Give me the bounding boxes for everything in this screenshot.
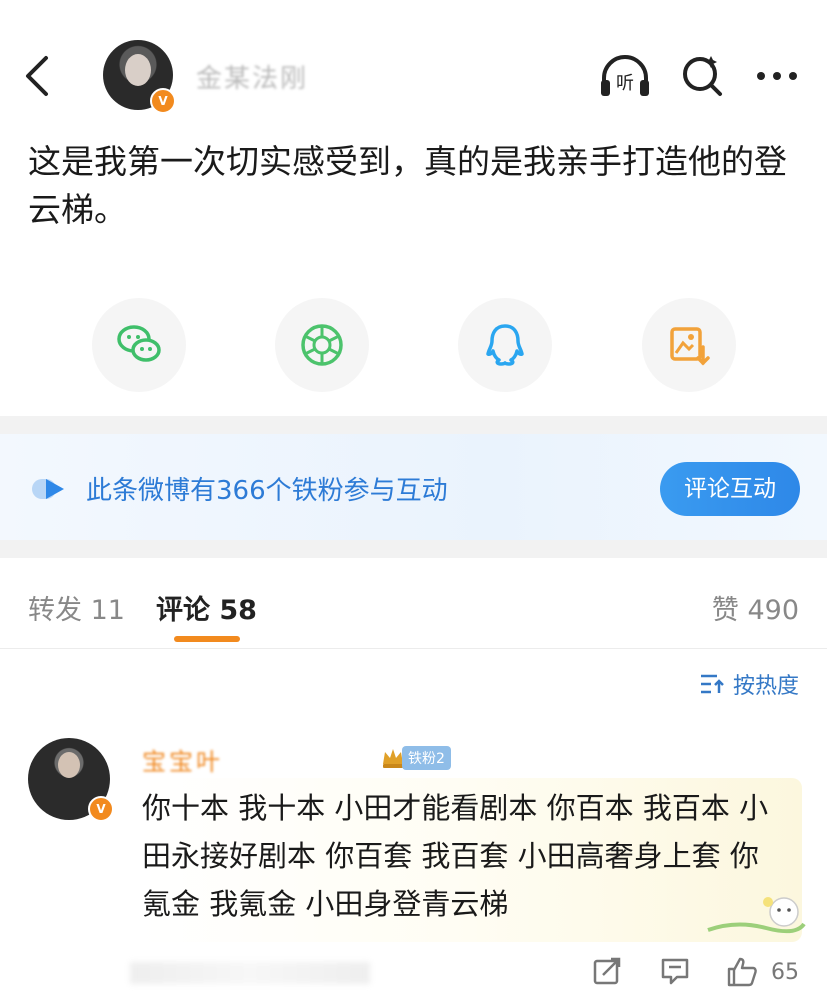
- sort-button[interactable]: 按热度: [699, 668, 799, 700]
- listen-label: 听: [616, 73, 634, 94]
- search-icon: [683, 56, 722, 96]
- fan-level-label: 铁粉2: [402, 746, 451, 770]
- share-wechat-button[interactable]: [92, 298, 186, 392]
- toggle-indicator-icon: [32, 479, 64, 499]
- moments-icon: [301, 324, 343, 366]
- chevron-left-icon: [26, 56, 48, 96]
- more-button[interactable]: [752, 52, 806, 100]
- share-moments-button[interactable]: [275, 298, 369, 392]
- like-comment-button[interactable]: [726, 956, 758, 992]
- comment-interaction-button[interactable]: 评论互动: [660, 462, 800, 516]
- save-image-button[interactable]: [642, 298, 736, 392]
- active-tab-indicator: [174, 636, 240, 642]
- post-text: 这是我第一次切实感受到，真的是我亲手打造他的登云梯。: [28, 142, 787, 229]
- verified-badge: V: [150, 88, 176, 114]
- repost-comment-button[interactable]: [592, 956, 622, 992]
- tab-likes[interactable]: 赞 490: [712, 588, 799, 627]
- section-divider: [0, 416, 827, 434]
- section-divider: [0, 540, 827, 558]
- comment-text: 你十本 我十本 小田才能看剧本 你百本 我百本 小田永接好剧本 你百套 我百套 …: [142, 791, 769, 921]
- wechat-icon: [117, 325, 161, 362]
- qq-icon: [486, 324, 524, 366]
- tabs-divider: [0, 648, 827, 649]
- listen-button[interactable]: 听: [598, 52, 652, 100]
- save-image-icon: [670, 327, 710, 366]
- headphones-icon: 听: [601, 55, 649, 96]
- fan-interaction-text[interactable]: 此条微博有366个铁粉参与互动: [86, 470, 448, 507]
- search-button[interactable]: [676, 52, 730, 100]
- sort-label: 按热度: [732, 674, 799, 699]
- commenter-verified-badge: V: [88, 796, 114, 822]
- commenter-name[interactable]: 宝宝叶: [142, 742, 223, 777]
- comment-meta: [130, 962, 370, 984]
- comment-icon: [661, 958, 689, 985]
- author-name[interactable]: 金某法刚: [196, 58, 308, 95]
- tab-comments[interactable]: 评论 58: [156, 588, 257, 627]
- share-qq-button[interactable]: [458, 298, 552, 392]
- share-icon: [593, 957, 621, 985]
- reply-comment-button[interactable]: [660, 956, 690, 992]
- back-button[interactable]: [18, 52, 58, 100]
- comment-sticker-decoration: [707, 897, 806, 934]
- more-dots-icon: [757, 72, 797, 80]
- tab-repost[interactable]: 转发 11: [28, 588, 125, 627]
- thumbs-up-icon: [727, 957, 757, 987]
- fan-level-badge: 铁粉2: [380, 746, 451, 770]
- comment-like-count: 65: [771, 960, 799, 985]
- sort-icon: [700, 674, 724, 694]
